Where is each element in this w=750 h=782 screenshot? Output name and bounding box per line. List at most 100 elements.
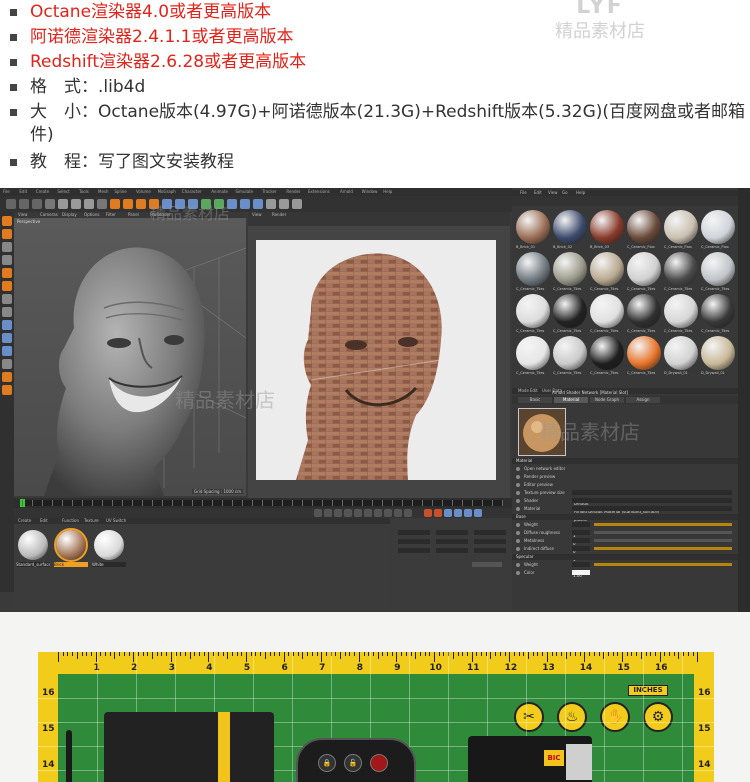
side-tool-button[interactable] [2,294,12,304]
attribute-number-field[interactable]: 0 [572,530,590,546]
toolbar-button[interactable] [19,199,29,209]
right-panel-scrollbar[interactable] [738,188,750,612]
material-menu-item[interactable]: Texture [84,518,99,523]
attribute-slider[interactable] [594,547,732,550]
attribute-value-field[interactable]: Arnold Default Material (standard_surfac… [572,498,732,514]
library-material-ball[interactable] [590,210,624,244]
attribute-number-field[interactable]: 1.00 [572,562,590,578]
side-tool-button[interactable] [2,268,12,278]
side-tool-button[interactable] [2,242,12,252]
render-preview[interactable] [256,240,496,480]
browser-menu-item[interactable]: Go [562,190,568,195]
attribute-slider[interactable] [594,531,732,534]
attribute-slider[interactable] [594,563,732,566]
toolbar-button[interactable] [266,199,276,209]
side-tool-button[interactable] [2,359,12,369]
library-material-ball[interactable] [627,210,661,244]
toolbar-button[interactable] [110,199,120,209]
keyframe-dot-icon[interactable] [516,483,520,487]
side-tool-button[interactable] [2,255,12,265]
side-tool-button[interactable] [2,333,12,343]
browser-menu-item[interactable]: Help [576,190,585,195]
keyframe-dot-icon[interactable] [516,475,520,479]
side-tool-button[interactable] [2,281,12,291]
side-tool-button[interactable] [2,216,12,226]
attribute-subtab[interactable]: Basic [518,397,552,403]
apply-button[interactable] [472,562,502,567]
key-button[interactable] [424,509,432,517]
material-menu-item[interactable]: Function [62,518,79,523]
section-specular[interactable]: Specular [512,554,738,560]
transport-button[interactable] [314,509,322,517]
toolbar-button[interactable] [58,199,68,209]
side-tool-button[interactable] [2,320,12,330]
side-tool-button[interactable] [2,307,12,317]
keyframe-dot-icon[interactable] [516,507,520,511]
coordinate-field[interactable] [474,539,506,544]
toolbar-button[interactable] [45,199,55,209]
library-material-ball[interactable] [516,336,550,370]
toolbar-button[interactable] [292,199,302,209]
library-material-ball[interactable] [516,252,550,286]
toolbar-button[interactable] [97,199,107,209]
key-button[interactable] [464,509,472,517]
coordinate-field[interactable] [398,548,430,553]
library-material-ball[interactable] [553,210,587,244]
key-button[interactable] [474,509,482,517]
library-material-ball[interactable] [627,336,661,370]
menu-item[interactable]: Help [383,189,392,194]
perspective-viewport[interactable]: Perspective Grid Spacing: 1000 cm [14,218,246,496]
menu-item[interactable]: Tracker [262,189,276,194]
attribute-menu-item[interactable]: Edit [530,388,538,393]
section-base[interactable]: Base [512,514,738,520]
attribute-slider[interactable] [594,539,732,542]
menu-item[interactable]: Animate [211,189,228,194]
transport-button[interactable] [404,509,412,517]
menu-item[interactable]: Arnold [340,189,353,194]
key-button[interactable] [454,509,462,517]
menu-item[interactable]: File [3,189,10,194]
transport-button[interactable] [344,509,352,517]
keyframe-dot-icon[interactable] [516,491,520,495]
menu-item[interactable]: Character [182,189,202,194]
library-material-ball[interactable] [701,210,735,244]
library-material-ball[interactable] [590,336,624,370]
menu-item[interactable]: Volume [136,189,151,194]
key-button[interactable] [444,509,452,517]
library-material-ball[interactable] [516,294,550,328]
toolbar-button[interactable] [240,199,250,209]
keyframe-dot-icon[interactable] [516,531,520,535]
menu-item[interactable]: Simulate [235,189,253,194]
keyframe-dot-icon[interactable] [516,571,520,575]
library-material-ball[interactable] [516,210,550,244]
keyframe-dot-icon[interactable] [516,499,520,503]
attribute-value-field[interactable]: Default [572,490,732,506]
library-material-ball[interactable] [664,252,698,286]
browser-menu-item[interactable]: View [548,190,558,195]
menu-item[interactable]: Create [36,189,49,194]
material-ball[interactable] [54,528,88,562]
coordinate-field[interactable] [474,548,506,553]
attribute-number-field[interactable] [572,570,590,575]
library-material-ball[interactable] [553,336,587,370]
attribute-menu-item[interactable]: Mode [518,388,529,393]
library-material-ball[interactable] [553,294,587,328]
attribute-number-field[interactable]: 1 [572,522,590,538]
coordinate-field[interactable] [436,539,468,544]
side-tool-button[interactable] [2,346,12,356]
browser-menu-item[interactable]: Edit [534,190,542,195]
browser-menu-item[interactable]: File [520,190,527,195]
attribute-number-field[interactable]: 0 [572,538,590,554]
side-tool-button[interactable] [2,229,12,239]
transport-button[interactable] [324,509,332,517]
side-tool-button[interactable] [2,385,12,395]
toolbar-button[interactable] [71,199,81,209]
material-menu-item[interactable]: UV Switch [106,518,126,523]
menu-item[interactable]: Render [286,189,300,194]
viewport-menu-item[interactable]: Cameras [40,212,58,217]
library-material-ball[interactable] [664,336,698,370]
toolbar-button[interactable] [279,199,289,209]
material-menu-item[interactable]: Edit [40,518,48,523]
render-view-menu-item[interactable]: Render [272,212,286,217]
menu-item[interactable]: Extensions [308,189,330,194]
